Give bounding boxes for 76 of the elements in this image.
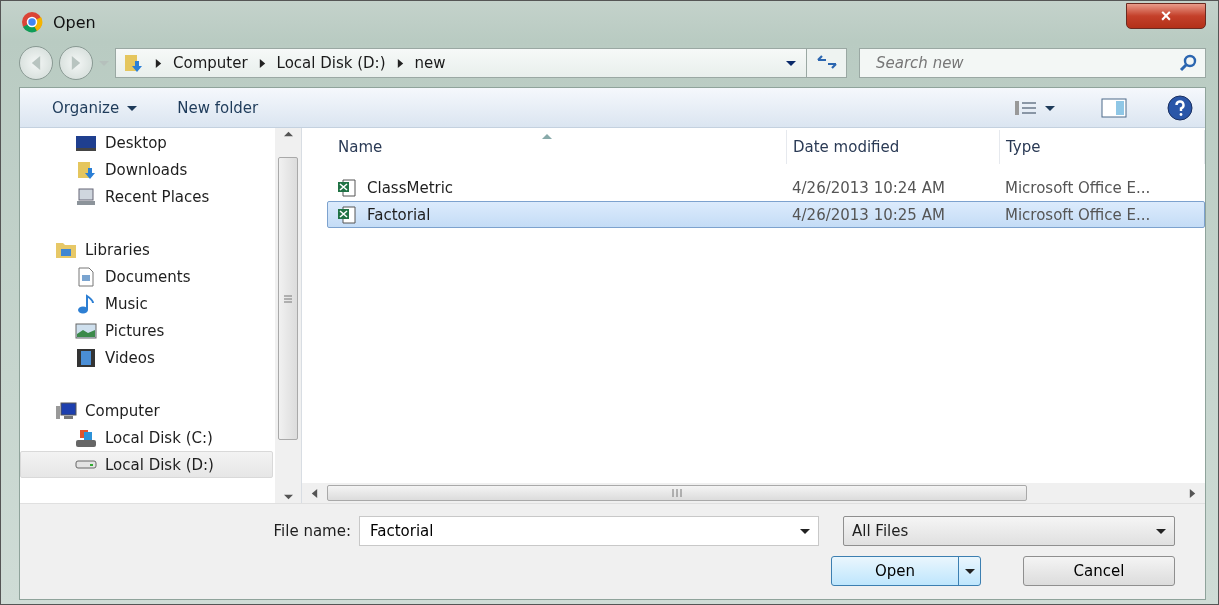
help-button[interactable]: [1167, 94, 1193, 121]
type-cell-text: Microsoft Office E...: [1004, 204, 1152, 226]
back-arrow-icon: [29, 56, 43, 70]
file-name-field[interactable]: Factorial: [359, 516, 819, 546]
preview-pane-icon: [1101, 97, 1127, 118]
search-field[interactable]: Search new: [859, 48, 1206, 78]
computer-icon: [55, 400, 77, 421]
file-row[interactable]: Factorial 4/26/2013 10:25 AM Microsoft Office E...: [327, 201, 1205, 228]
spreadsheet-icon: [337, 177, 359, 198]
nav-item[interactable]: Music: [20, 290, 273, 317]
column-header[interactable]: Date modified: [787, 130, 1000, 164]
refresh-button[interactable]: [807, 48, 847, 78]
chevron-icon: [154, 58, 163, 68]
nav-item[interactable]: Computer: [20, 397, 273, 424]
nav-item[interactable]: Local Disk (D:): [20, 451, 273, 478]
browser-logo-icon: [21, 11, 43, 33]
address-bar[interactable]: Computer Local Disk (D:) new: [115, 48, 807, 78]
file-name: ClassMetric: [333, 175, 788, 200]
file-name: Factorial: [333, 202, 788, 227]
column-header[interactable]: Type: [1000, 130, 1205, 164]
computer-icon: [75, 186, 97, 207]
drive-icon: [75, 427, 97, 448]
picture-icon: [75, 320, 97, 341]
date-cell-text: 4/26/2013 10:25 AM: [791, 204, 946, 226]
scroll-left-icon: [310, 488, 319, 498]
nav-item[interactable]: Local Disk (C:): [20, 424, 273, 451]
vertical-scrollbar[interactable]: [275, 128, 301, 503]
drive-icon: [75, 460, 97, 469]
back-button[interactable]: [19, 46, 53, 80]
help-icon: [1167, 94, 1193, 121]
search-input[interactable]: Search new: [874, 53, 1179, 73]
nav-item[interactable]: Pictures: [20, 317, 273, 344]
spreadsheet-icon: [337, 204, 359, 225]
nav-item[interactable]: Desktop: [20, 129, 273, 156]
nav-item[interactable]: Downloads: [20, 156, 273, 183]
type-cell-text: Microsoft Office E...: [1004, 177, 1152, 199]
music-note-icon: [75, 293, 97, 314]
nav-item[interactable]: Videos: [20, 344, 273, 371]
open-button[interactable]: Open: [831, 556, 981, 586]
nav-item[interactable]: Libraries: [20, 236, 273, 263]
cancel-button[interactable]: Cancel: [1023, 556, 1175, 586]
file-name-label: File name:: [273, 522, 351, 540]
scroll-right-icon: [1188, 488, 1197, 498]
preview-pane-button[interactable]: [1101, 97, 1127, 118]
organize-menu[interactable]: Organize: [52, 98, 138, 117]
scroll-down-icon: [283, 492, 293, 501]
nav-item[interactable]: Documents: [20, 263, 273, 290]
film-icon: [75, 347, 97, 368]
date-cell-text: 4/26/2013 10:24 AM: [791, 177, 946, 199]
forward-arrow-icon: [69, 56, 83, 70]
refresh-arrows-icon: [815, 54, 838, 69]
chevron-icon: [257, 58, 267, 68]
caret-icon: [800, 526, 810, 536]
caret-icon: [964, 566, 975, 576]
caret-icon: [1156, 526, 1166, 536]
file-type-select[interactable]: All Files: [843, 516, 1175, 546]
caret-icon: [786, 58, 796, 68]
close-button[interactable]: ×: [1126, 3, 1206, 29]
breadcrumb[interactable]: Local Disk (D:): [276, 54, 386, 72]
new-folder-button[interactable]: New folder: [177, 98, 259, 117]
search-icon: [1179, 54, 1197, 72]
forward-button[interactable]: [59, 46, 93, 80]
window-title: Open: [53, 12, 96, 32]
breadcrumb[interactable]: new: [414, 54, 446, 72]
chevron-icon: [395, 58, 405, 68]
folder-icon: [122, 53, 144, 73]
column-header[interactable]: Name: [332, 130, 787, 164]
list-view-icon: [1015, 100, 1037, 115]
sort-arrow-icon: [542, 132, 552, 142]
document-icon: [75, 266, 97, 287]
scroll-up-icon: [283, 130, 293, 139]
file-row[interactable]: ClassMetric 4/26/2013 10:24 AM Microsoft Office E...: [327, 174, 1205, 201]
view-menu[interactable]: [1015, 100, 1055, 115]
folder-icon: [75, 159, 97, 180]
nav-item[interactable]: Recent Places: [20, 183, 273, 210]
breadcrumb[interactable]: Computer: [173, 54, 248, 72]
